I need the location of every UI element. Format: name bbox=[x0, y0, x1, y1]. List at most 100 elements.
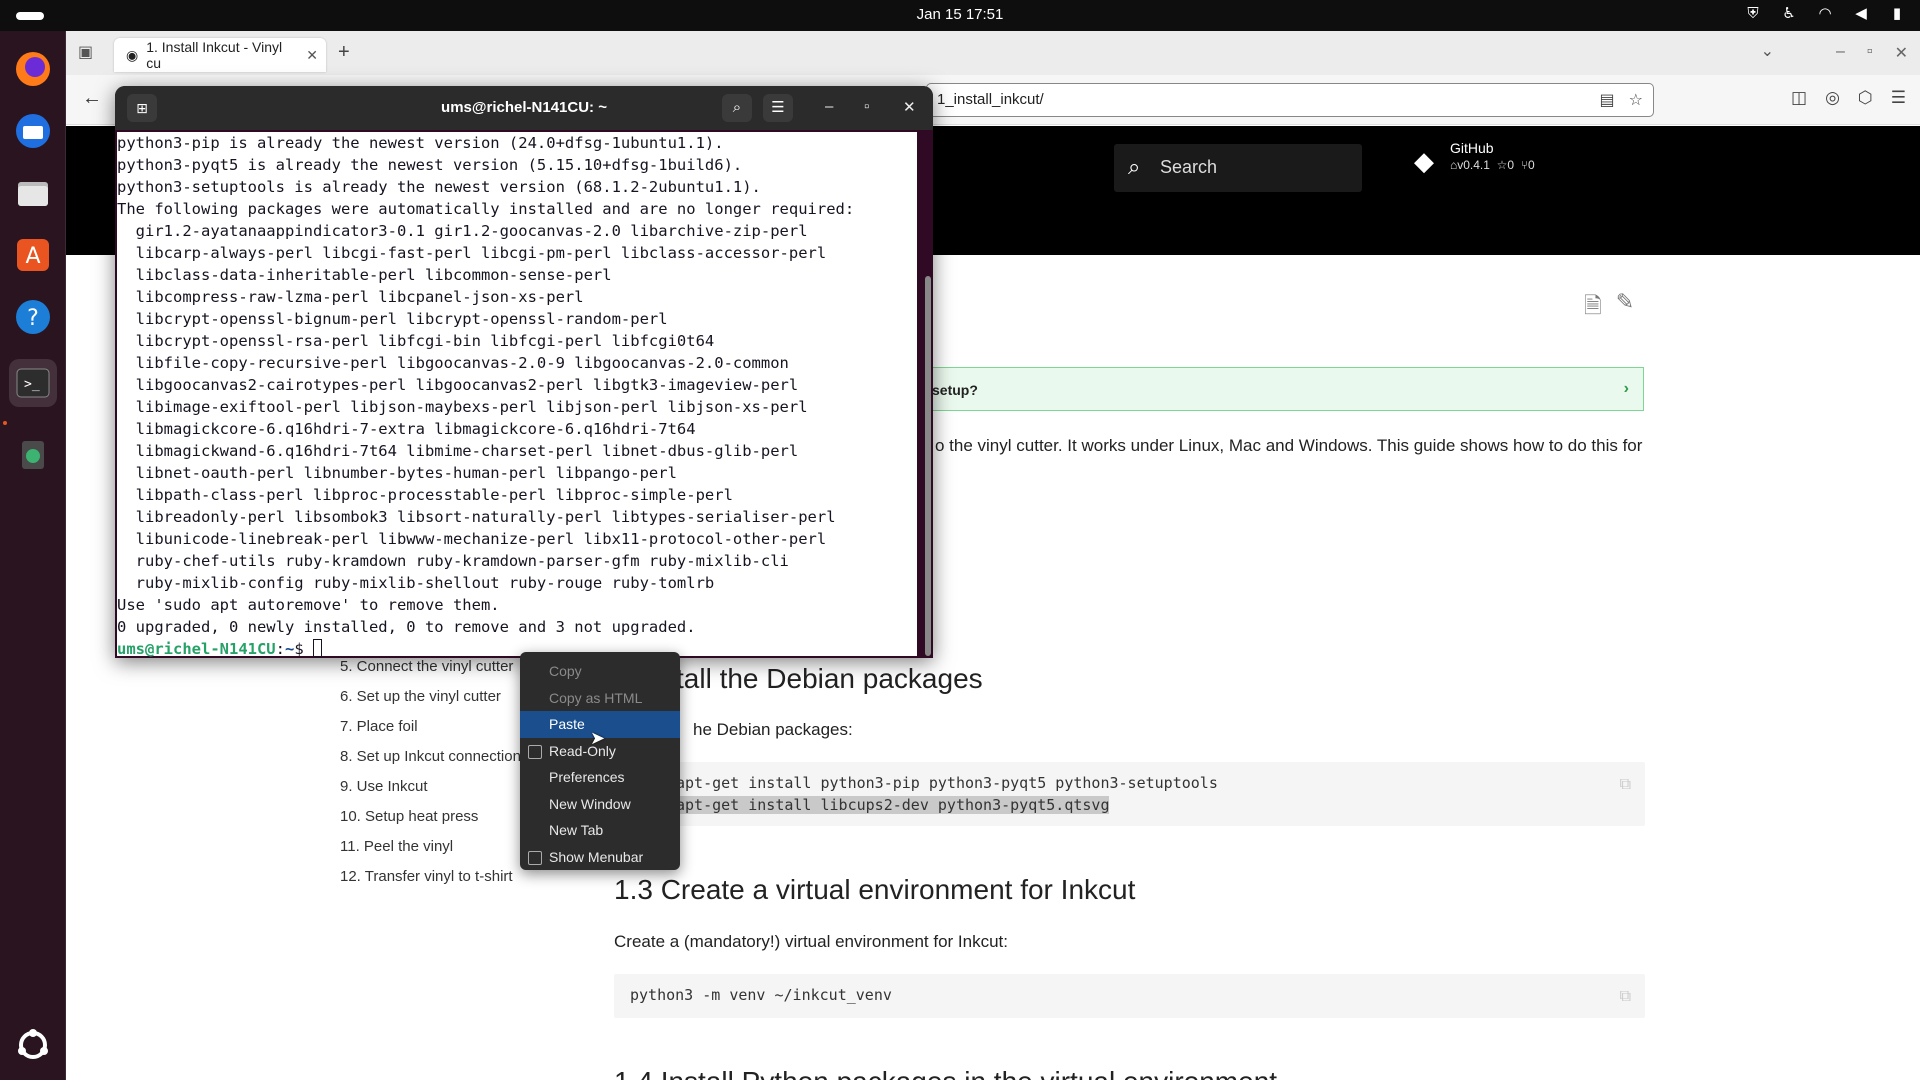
svg-text:A: A bbox=[25, 244, 40, 269]
admonition-question[interactable]: setup? › bbox=[900, 367, 1644, 411]
svg-text:>_: >_ bbox=[24, 377, 40, 392]
prompt-separator: : bbox=[275, 640, 285, 658]
copy-icon[interactable]: ⧉ bbox=[1620, 986, 1631, 1006]
thunderbird-icon[interactable] bbox=[9, 107, 57, 155]
menu-item-label: Paste bbox=[549, 716, 585, 732]
menu-item-show-menubar[interactable]: Show Menubar bbox=[520, 844, 680, 871]
menu-item-new-tab[interactable]: New Tab bbox=[520, 817, 680, 844]
close-icon[interactable]: ✕ bbox=[1895, 43, 1908, 63]
prompt-path: ~ bbox=[284, 640, 295, 658]
tab-install-inkcut[interactable]: ◉ 1. Install Inkcut - Vinyl cu ✕ bbox=[114, 38, 326, 72]
clock[interactable]: Jan 15 17:51 bbox=[0, 6, 1920, 23]
tab-favicon-icon: ◉ bbox=[126, 46, 139, 63]
extensions-icon[interactable]: ⬡ bbox=[1858, 88, 1873, 108]
toc-item[interactable]: 7. Place foil bbox=[340, 718, 418, 735]
view-source-icon[interactable]: 🗎 bbox=[1584, 289, 1602, 327]
trash-icon[interactable] bbox=[9, 429, 57, 477]
search-icon: ⌕ bbox=[1128, 154, 1141, 179]
terminal-line: Use 'sudo apt autoremove' to remove them… bbox=[117, 596, 500, 614]
terminal-line: libfile-copy-recursive-perl libgoocanvas… bbox=[117, 354, 789, 372]
bookmark-star-icon[interactable]: ☆ bbox=[1629, 90, 1643, 110]
menu-item-copy[interactable]: Copy bbox=[520, 658, 680, 685]
terminal-line: libgoocanvas2-cairotypes-perl libgoocanv… bbox=[117, 376, 799, 394]
terminal-output[interactable]: python3-pip is already the newest versio… bbox=[117, 132, 917, 658]
terminal-line: python3-pyqt5 is already the newest vers… bbox=[117, 156, 743, 174]
menu-item-label: New Tab bbox=[549, 822, 604, 838]
url-text: 1_install_inkcut/ bbox=[937, 91, 1044, 108]
maximize-icon[interactable]: ▫ bbox=[1867, 43, 1873, 63]
site-search-input[interactable]: ⌕ Search bbox=[1114, 144, 1362, 192]
terminal-line: gir1.2-ayatanaappindicator3-0.1 gir1.2-g… bbox=[117, 222, 808, 240]
terminal-line: libcompress-raw-lzma-perl libcpanel-json… bbox=[117, 288, 584, 306]
system-tray[interactable]: ⛨ ♿ ◠ ◀ ▮ bbox=[1744, 5, 1906, 23]
window-controls: – ▫ ✕ bbox=[1836, 43, 1908, 63]
terminal-window[interactable]: ⊞ ums@richel-N141CU: ~ ⌕ ☰ – ▫ ✕ python3… bbox=[115, 86, 933, 658]
toc-item[interactable]: 5. Connect the vinyl cutter bbox=[340, 658, 513, 675]
battery-icon[interactable]: ▮ bbox=[1888, 5, 1906, 23]
terminal-line: libnet-oauth-perl libnumber-bytes-human-… bbox=[117, 464, 677, 482]
pocket-icon[interactable]: ◫ bbox=[1791, 88, 1807, 108]
github-stats: ⌂v0.4.1 ☆0 ⑂0 bbox=[1450, 158, 1535, 172]
app-center-icon[interactable]: A bbox=[9, 231, 57, 279]
checkbox-icon[interactable] bbox=[528, 744, 542, 759]
help-icon[interactable]: ? bbox=[9, 293, 57, 341]
minimize-icon[interactable]: – bbox=[1836, 43, 1845, 63]
url-bar[interactable]: 1_install_inkcut/ ▤ ☆ bbox=[926, 83, 1654, 117]
github-version: v0.4.1 bbox=[1457, 158, 1490, 172]
shield-icon[interactable]: ⛨ bbox=[1744, 5, 1762, 23]
debian-paragraph: he Debian packages: bbox=[693, 720, 853, 739]
terminal-line: libmagickwand-6.q16hdri-7t64 libmime-cha… bbox=[117, 442, 799, 460]
reader-mode-icon[interactable]: ▤ bbox=[1600, 90, 1615, 110]
svg-text:?: ? bbox=[27, 306, 39, 331]
menu-item-copy-as-html[interactable]: Copy as HTML bbox=[520, 685, 680, 712]
toc-item[interactable]: 11. Peel the vinyl bbox=[340, 838, 453, 855]
new-tab-icon[interactable]: + bbox=[338, 41, 350, 64]
maximize-icon[interactable]: ▫ bbox=[864, 98, 869, 115]
accessibility-icon[interactable]: ♿ bbox=[1780, 5, 1798, 23]
search-icon[interactable]: ⌕ bbox=[722, 94, 752, 122]
wifi-icon[interactable]: ◠ bbox=[1816, 5, 1834, 23]
menu-item-preferences[interactable]: Preferences bbox=[520, 764, 680, 791]
terminal-line: ruby-chef-utils ruby-kramdown ruby-kramd… bbox=[117, 552, 789, 570]
firefox-icon[interactable] bbox=[9, 45, 57, 93]
toc-item[interactable]: 12. Transfer vinyl to t-shirt bbox=[340, 868, 513, 885]
chevron-down-icon[interactable]: ⌄ bbox=[1761, 41, 1774, 61]
account-icon[interactable]: ◎ bbox=[1825, 88, 1840, 108]
terminal-cursor bbox=[313, 639, 322, 657]
toc-item[interactable]: 6. Set up the vinyl cutter bbox=[340, 688, 501, 705]
minimize-icon[interactable]: – bbox=[825, 98, 833, 115]
star-icon: ☆ bbox=[1496, 158, 1508, 172]
close-tab-icon[interactable]: ✕ bbox=[306, 47, 318, 64]
terminal-line: libcarp-always-perl libcgi-fast-perl lib… bbox=[117, 244, 827, 262]
terminal-icon[interactable]: >_ bbox=[9, 359, 57, 407]
github-stars: 0 bbox=[1507, 158, 1515, 172]
code-block-debian: apt-get install python3-pip python3-pyqt… bbox=[614, 762, 1645, 826]
menu-item-label: Preferences bbox=[549, 769, 625, 785]
files-icon[interactable] bbox=[9, 169, 57, 217]
prompt-user: ums@richel-N141CU bbox=[117, 640, 276, 658]
close-icon[interactable]: ✕ bbox=[903, 98, 916, 116]
terminal-titlebar[interactable]: ⊞ ums@richel-N141CU: ~ ⌕ ☰ – ▫ ✕ bbox=[115, 86, 933, 130]
back-icon[interactable]: ← bbox=[82, 87, 102, 110]
menu-item-label: Copy bbox=[549, 663, 582, 679]
code-line: python3 -m venv ~/inkcut_venv bbox=[630, 986, 892, 1004]
volume-icon[interactable]: ◀ bbox=[1852, 5, 1870, 23]
terminal-line: libcrypt-openssl-rsa-perl libfcgi-bin li… bbox=[117, 332, 715, 350]
code-line-selected: apt-get install libcups2-dev python3-pyq… bbox=[676, 796, 1110, 814]
toc-item[interactable]: 9. Use Inkcut bbox=[340, 778, 428, 795]
mouse-pointer-icon: ➤ bbox=[590, 728, 606, 748]
fork-icon: ⑂ bbox=[1520, 158, 1528, 172]
sidebar-toggle-icon[interactable]: ▣ bbox=[78, 42, 93, 62]
menu-item-new-window[interactable]: New Window bbox=[520, 791, 680, 818]
active-app-indicator bbox=[3, 421, 7, 425]
checkbox-icon[interactable] bbox=[528, 850, 542, 865]
edit-page-icon[interactable]: ✎ bbox=[1616, 289, 1634, 327]
terminal-scrollbar[interactable] bbox=[925, 276, 931, 656]
show-apps-icon[interactable] bbox=[9, 1021, 57, 1069]
copy-icon[interactable]: ⧉ bbox=[1620, 774, 1631, 794]
menu-icon[interactable]: ☰ bbox=[1891, 88, 1906, 108]
toc-item[interactable]: 8. Set up Inkcut connection bbox=[340, 748, 521, 765]
toc-item[interactable]: 10. Setup heat press bbox=[340, 808, 478, 825]
search-placeholder: Search bbox=[1160, 157, 1218, 177]
menu-icon[interactable]: ☰ bbox=[763, 94, 793, 122]
